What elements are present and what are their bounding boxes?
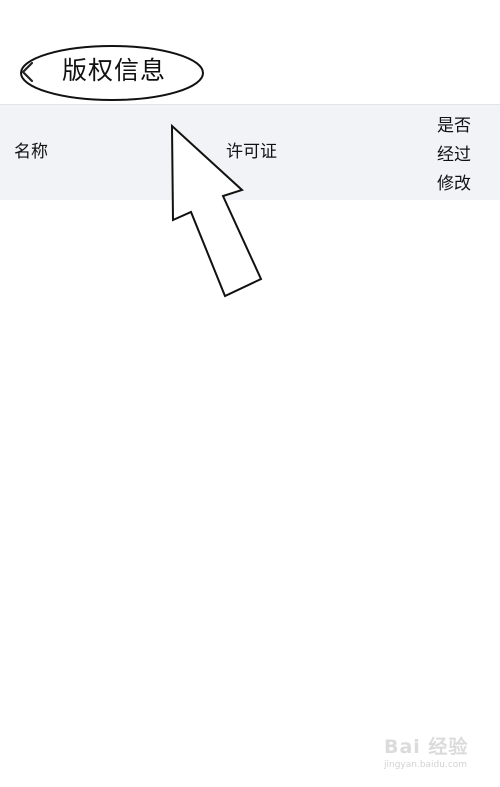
table-body	[0, 200, 500, 740]
back-button[interactable]	[14, 58, 42, 86]
watermark: Bai 经验 jingyan.baidu.com	[384, 732, 492, 780]
column-header-modified: 是否经过修改	[437, 116, 471, 194]
table-header: 名称 许可证 是否经过修改	[0, 104, 500, 201]
watermark-logo: Bai 经验	[384, 736, 469, 758]
chevron-left-icon	[21, 61, 34, 83]
navigation-bar: 版权信息	[0, 0, 500, 104]
page-title: 版权信息	[62, 56, 167, 85]
column-header-name: 名称	[14, 142, 48, 162]
watermark-url: jingyan.baidu.com	[384, 760, 468, 770]
column-header-license: 许可证	[226, 142, 277, 162]
